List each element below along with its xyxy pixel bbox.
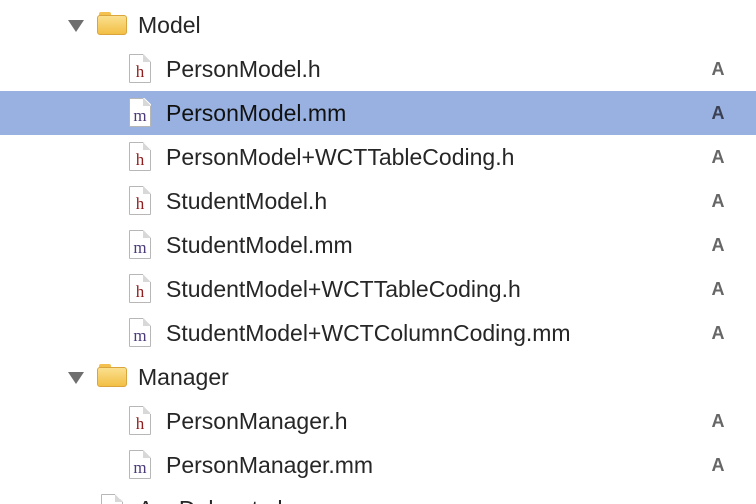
file-row[interactable]: m StudentModel.mm A xyxy=(0,223,756,267)
file-row[interactable]: h PersonManager.h A xyxy=(0,399,756,443)
folder-icon xyxy=(97,364,127,387)
implementation-file-icon: m xyxy=(129,318,151,347)
source-control-status-badge: A xyxy=(711,59,725,79)
file-row[interactable]: h StudentModel+WCTTableCoding.h A xyxy=(0,267,756,311)
source-control-status-badge: A xyxy=(711,103,725,123)
folder-label: Manager xyxy=(138,364,229,390)
source-control-status-badge: A xyxy=(711,235,725,255)
file-name: PersonManager.h xyxy=(166,408,348,434)
source-control-status-badge: A xyxy=(711,323,725,343)
project-navigator: Model h PersonModel.h A m PersonModel.mm… xyxy=(0,0,756,504)
folder-row-model[interactable]: Model xyxy=(0,3,756,47)
folder-label: Model xyxy=(138,12,201,38)
source-control-status-badge: A xyxy=(711,411,725,431)
source-control-status-badge: A xyxy=(711,191,725,211)
source-control-status-badge: A xyxy=(711,279,725,299)
file-name: PersonModel.h xyxy=(166,56,321,82)
folder-row-manager[interactable]: Manager xyxy=(0,355,756,399)
file-row-partial[interactable]: h AppDelegate.h xyxy=(0,487,756,504)
implementation-file-icon: m xyxy=(129,230,151,259)
file-name: StudentModel+WCTTableCoding.h xyxy=(166,276,521,302)
file-name: PersonModel+WCTTableCoding.h xyxy=(166,144,515,170)
folder-icon xyxy=(97,12,127,35)
file-name: StudentModel.h xyxy=(166,188,328,214)
source-control-status-badge: A xyxy=(711,147,725,167)
file-row[interactable]: h PersonModel.h A xyxy=(0,47,756,91)
file-row[interactable]: m PersonManager.mm A xyxy=(0,443,756,487)
file-row[interactable]: h StudentModel.h A xyxy=(0,179,756,223)
header-file-icon: h xyxy=(129,54,151,83)
file-row[interactable]: m StudentModel+WCTColumnCoding.mm A xyxy=(0,311,756,355)
implementation-file-icon: m xyxy=(129,98,151,127)
header-file-icon: h xyxy=(129,274,151,303)
file-row[interactable]: h PersonModel+WCTTableCoding.h A xyxy=(0,135,756,179)
header-file-icon: h xyxy=(129,186,151,215)
disclosure-triangle-icon[interactable] xyxy=(68,20,84,32)
file-name: StudentModel+WCTColumnCoding.mm xyxy=(166,320,571,346)
file-row-selected[interactable]: m PersonModel.mm A xyxy=(0,91,756,135)
file-name: StudentModel.mm xyxy=(166,232,353,258)
implementation-file-icon: m xyxy=(129,450,151,479)
header-file-icon: h xyxy=(129,142,151,171)
file-name: PersonModel.mm xyxy=(166,100,347,126)
header-file-icon: h xyxy=(129,406,151,435)
file-name: AppDelegate.h xyxy=(138,496,290,504)
disclosure-triangle-icon[interactable] xyxy=(68,372,84,384)
file-name: PersonManager.mm xyxy=(166,452,374,478)
header-file-icon: h xyxy=(101,494,123,504)
source-control-status-badge: A xyxy=(711,455,725,475)
